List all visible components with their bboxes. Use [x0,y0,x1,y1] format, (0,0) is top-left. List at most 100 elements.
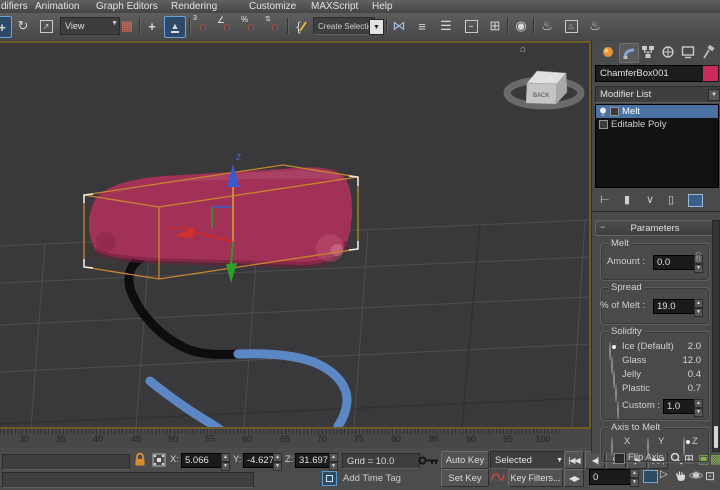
material-editor-icon[interactable]: ◉ [511,16,531,36]
zoom-extents-all-icon[interactable]: ▩ [710,452,720,466]
render-setup-icon[interactable]: ♨ [537,16,557,36]
menu-customize[interactable]: Customize [249,0,296,13]
menu-help[interactable]: Help [372,0,393,13]
radio-ice-label: Ice (Default) [622,341,674,352]
radio-axis-x[interactable] [611,437,613,456]
percent-snap-icon[interactable]: ∩% [241,16,261,36]
tube-blue-segment[interactable] [238,354,347,426]
key-mode-toggle-icon[interactable]: ◀▶ [564,469,584,487]
current-frame-field[interactable]: 0 [589,469,632,485]
pct-of-melt-spinner[interactable]: ▲▼ [694,299,703,317]
viewcube-face-label[interactable]: BACK [533,93,549,99]
tab-motion[interactable] [659,43,677,61]
z-coord-spinner[interactable]: ▲▼ [329,453,338,471]
field-of-view-icon[interactable]: ▷ [660,469,668,480]
select-and-move-icon[interactable]: + [0,16,12,38]
flip-axis-checkbox[interactable] [614,453,625,464]
visibility-bulb-icon[interactable] [599,107,607,117]
tab-modify[interactable] [619,43,639,63]
pct-of-melt-field[interactable]: 19.0 [653,299,696,314]
align-icon[interactable]: ≡ [412,16,432,36]
edit-named-selection-icon[interactable]: { [290,16,310,36]
named-selection-set-field[interactable]: Create Selection Se [313,17,375,35]
frame-spinner[interactable]: ▲▼ [630,469,639,487]
viewcube-home-icon[interactable]: ⌂ [520,44,526,55]
radio-plastic[interactable] [615,384,617,403]
custom-solidity-field[interactable]: 1.0 [663,399,696,414]
z-coord-field[interactable]: 31.697 [295,453,332,468]
pin-stack-icon[interactable]: ⊢ [600,193,610,206]
tab-create[interactable] [599,43,617,61]
time-tag-icon[interactable] [322,471,337,486]
curve-editor-icon[interactable]: ~ [461,16,481,36]
stack-item-melt[interactable]: Melt [596,105,718,118]
stack-item-editable-poly[interactable]: Editable Poly [596,118,718,131]
selection-lock-icon[interactable] [134,452,146,472]
x-coord-spinner[interactable]: ▲▼ [221,453,230,471]
radio-axis-z[interactable] [683,437,685,456]
panel-scrollbar-thumb[interactable] [714,426,718,448]
panel-scrollbar[interactable] [712,220,720,452]
set-key-filters-curve-icon[interactable] [490,470,505,488]
maximize-viewport-icon[interactable]: ⊡ [705,469,715,483]
timeline-ruler[interactable]: 30 35 40 45 50 55 60 65 70 75 80 85 90 9… [0,429,591,449]
tab-utilities[interactable] [699,43,717,61]
melt-group: Melt Amount : 0.0 ▲▼ [600,243,710,281]
make-unique-icon[interactable]: ∨ [646,193,654,206]
show-end-result-icon[interactable]: ▮ [624,193,630,206]
amount-field[interactable]: 0.0 [653,255,696,270]
chevron-down-icon: ▼ [556,457,563,464]
chamferbox-object[interactable] [89,167,352,265]
menu-modifiers[interactable]: difiers [1,0,28,13]
selection-filter-dropdown[interactable]: Selected ▼ [490,451,567,469]
use-pivot-point-icon[interactable]: ▦ [117,16,137,36]
angle-snap-icon[interactable]: ∩∠ [217,16,237,36]
tube-object[interactable] [129,259,347,427]
auto-key-button[interactable]: Auto Key [441,451,489,469]
menu-graph-editors[interactable]: Graph Editors [96,0,158,13]
modifier-list-dropdown[interactable]: Modifier List ▼ [595,86,720,103]
pan-zoom-mode-icon[interactable] [643,470,658,483]
radio-custom[interactable] [617,401,619,420]
object-name-field[interactable]: ChamferBox001 [595,65,703,82]
object-color-swatch[interactable] [702,65,719,82]
render-production-icon[interactable]: ♨ [585,16,605,36]
remove-modifier-icon[interactable]: ▯ [668,193,674,206]
viewcube[interactable]: BACK [507,71,581,106]
parameters-rollout-header[interactable]: − Parameters [595,220,715,236]
go-to-start-button[interactable]: |◀◀ [564,451,584,469]
select-and-manipulate-icon[interactable]: + [142,16,162,36]
menu-animation[interactable]: Animation [35,0,79,13]
tab-hierarchy[interactable] [639,43,657,61]
y-coord-spinner[interactable]: ▲▼ [273,453,282,471]
rendered-frame-window-icon[interactable]: ♨ [561,16,581,36]
key-filters-button[interactable]: Key Filters... [508,469,563,487]
plastic-value: 0.7 [688,383,701,394]
spinner-snap-icon[interactable]: ∩⇅ [265,16,285,36]
tab-display[interactable] [679,43,697,61]
select-and-scale-icon[interactable]: ↗ [36,16,56,36]
add-time-tag[interactable]: Add Time Tag [343,473,401,484]
schematic-view-icon[interactable]: ⊞ [485,16,505,36]
keyboard-override-icon[interactable]: ▲ [164,16,186,38]
custom-solidity-spinner[interactable]: ▲▼ [694,399,703,417]
select-and-rotate-icon[interactable]: ↻ [13,16,33,36]
pan-hand-icon[interactable] [674,469,687,482]
menu-maxscript[interactable]: MAXScript [311,0,358,13]
mirror-icon[interactable]: ⋈ [389,16,409,36]
y-coord-field[interactable]: -4.627 [243,453,276,468]
layer-manager-icon[interactable]: ☰ [436,16,456,36]
configure-modifier-sets-icon[interactable] [688,194,703,207]
rollout-collapse-icon[interactable]: − [600,222,605,232]
stack-item-label: Editable Poly [611,119,666,130]
x-coord-field[interactable]: 5.066 [181,453,223,468]
absolute-offset-toggle-icon[interactable] [152,453,166,472]
snap-toggle-3d-icon[interactable]: ∩3 [193,16,213,36]
set-key-button[interactable]: Set Key [441,469,489,487]
reference-coordinate-dropdown[interactable]: View ▼ [60,17,120,35]
timeline-label: 55 [198,434,222,444]
selection-set-dropdown-icon[interactable]: ▼ [369,19,384,35]
menu-rendering[interactable]: Rendering [171,0,217,13]
tube-blue-segment2[interactable] [150,381,232,427]
orbit-icon[interactable] [689,469,703,482]
